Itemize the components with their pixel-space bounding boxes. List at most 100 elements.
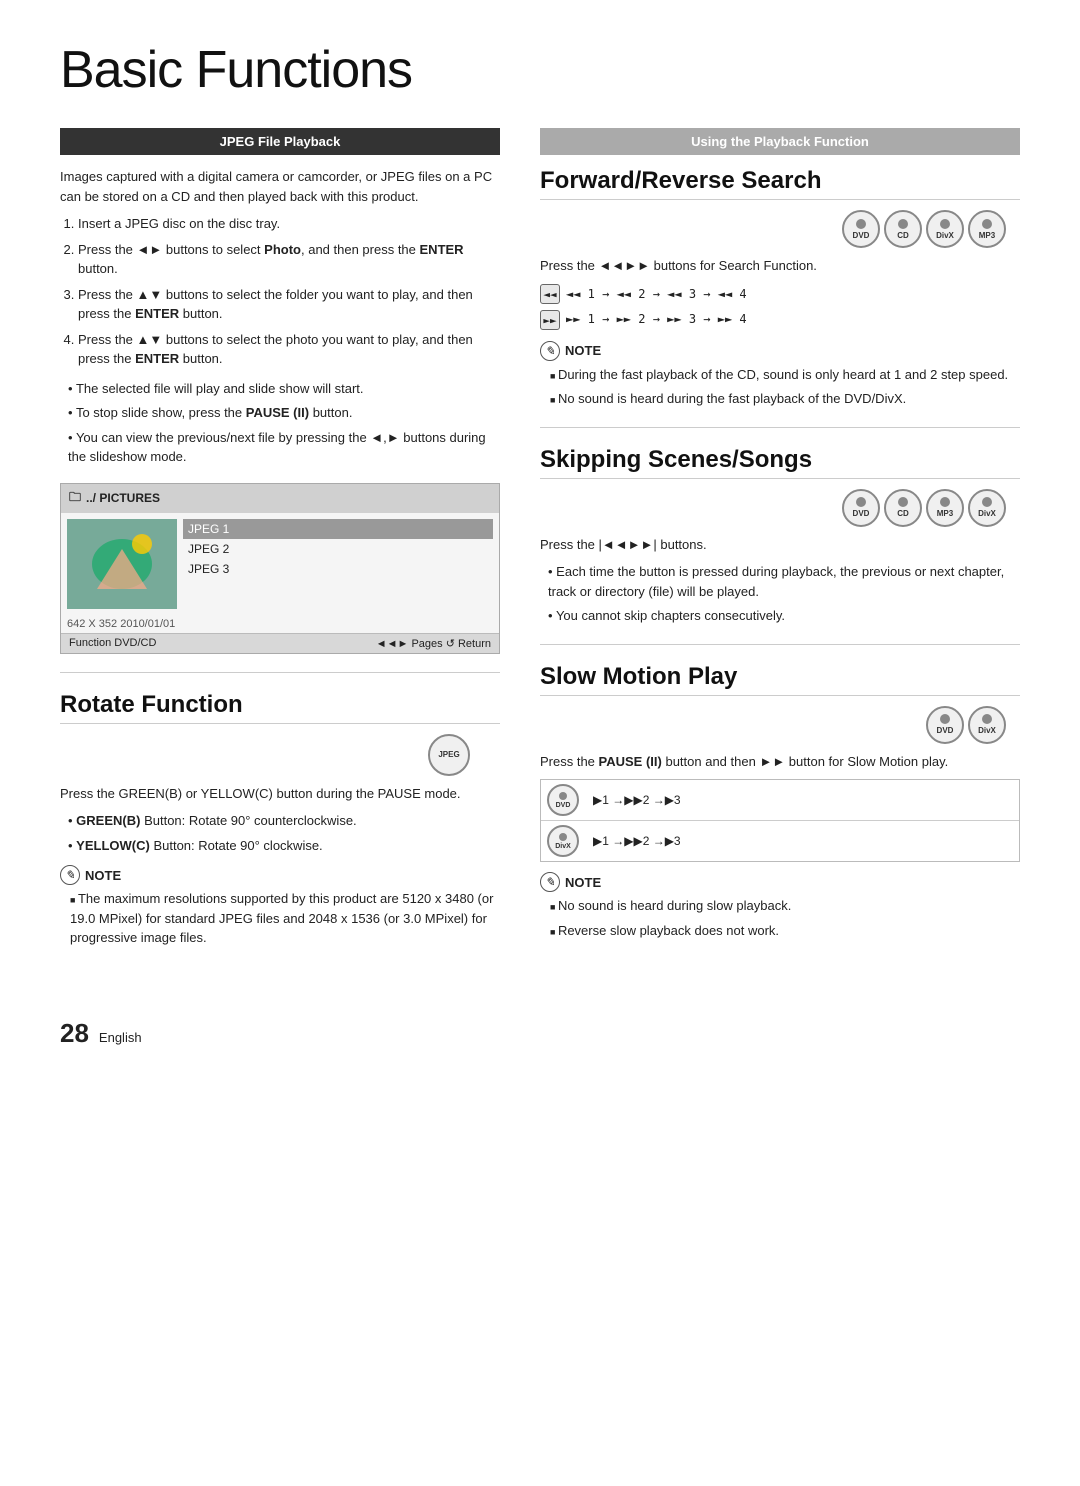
slow-divx-btn: DivX xyxy=(968,706,1006,744)
rotate-note-list: The maximum resolutions supported by thi… xyxy=(60,889,500,948)
right-column: Using the Playback Function Forward/Reve… xyxy=(540,128,1020,950)
step-1: Insert a JPEG disc on the disc tray. xyxy=(78,214,500,234)
bullet-1: The selected file will play and slide sh… xyxy=(68,379,500,399)
forward-note: ✎ NOTE During the fast playback of the C… xyxy=(540,341,1020,409)
skip-divx-btn: DivX xyxy=(968,489,1006,527)
jpeg-item-1[interactable]: JPEG 1 xyxy=(183,519,493,539)
forward-reverse-section: Forward/Reverse Search DVD CD DivX MP3 xyxy=(540,167,1020,409)
slow-disc-row: DVD DivX xyxy=(540,706,1020,744)
slow-note-1: No sound is heard during slow playback. xyxy=(550,896,1020,916)
skip-bullet-1: Each time the button is pressed during p… xyxy=(548,562,1020,601)
separator-skip xyxy=(540,427,1020,428)
slow-note-list: No sound is heard during slow playback. … xyxy=(540,896,1020,940)
forward-disc-row: DVD CD DivX MP3 xyxy=(540,210,1020,248)
page-number: 28 xyxy=(60,1018,89,1049)
forward-arrow-icon: ►► xyxy=(540,310,560,330)
jpeg-screen-body: JPEG 1 JPEG 2 JPEG 3 xyxy=(61,513,499,615)
rewind-row: ◄◄ ◄◄ 1 → ◄◄ 2 → ◄◄ 3 → ◄◄ 4 xyxy=(540,284,1020,306)
jpeg-intro: Images captured with a digital camera or… xyxy=(60,167,500,206)
forward-note-2: No sound is heard during the fast playba… xyxy=(550,389,1020,409)
rotate-note-1: The maximum resolutions supported by thi… xyxy=(70,889,500,948)
playback-header: Using the Playback Function xyxy=(540,128,1020,155)
step-4: Press the ▲▼ buttons to select the photo… xyxy=(78,330,500,369)
footer-function: Function DVD/CD xyxy=(69,637,156,649)
jpeg-header: JPEG File Playback xyxy=(60,128,500,155)
left-column: JPEG File Playback Images captured with … xyxy=(60,128,500,958)
jpeg-thumbnail xyxy=(67,519,177,609)
slow-note-2: Reverse slow playback does not work. xyxy=(550,921,1020,941)
dvd-disc-btn: DVD xyxy=(842,210,880,248)
slow-intro: Press the PAUSE (II) button and then ►► … xyxy=(540,752,1020,772)
slow-dvd-steps: ▶1 →▶▶2 →▶3 xyxy=(593,793,681,807)
rotate-note: ✎ NOTE The maximum resolutions supported… xyxy=(60,865,500,948)
skipping-section: Skipping Scenes/Songs DVD CD MP3 DivX xyxy=(540,446,1020,626)
rewind-steps: ◄◄ 1 → ◄◄ 2 → ◄◄ 3 → ◄◄ 4 xyxy=(566,284,747,306)
footer-pages: ◄◄► Pages ↺ Return xyxy=(376,637,491,650)
page-footer: 28 English xyxy=(60,988,1020,1049)
slow-note: ✎ NOTE No sound is heard during slow pla… xyxy=(540,872,1020,940)
cd-disc-btn: CD xyxy=(884,210,922,248)
search-arrows: ◄◄ ◄◄ 1 → ◄◄ 2 → ◄◄ 3 → ◄◄ 4 ►► ►► 1 → ►… xyxy=(540,284,1020,331)
page-title: Basic Functions xyxy=(60,40,1020,100)
separator-rotate xyxy=(60,672,500,673)
skip-cd-btn: CD xyxy=(884,489,922,527)
skip-bullet-2: You cannot skip chapters consecutively. xyxy=(548,606,1020,626)
forward-reverse-title: Forward/Reverse Search xyxy=(540,167,1020,200)
page-language: English xyxy=(99,1030,142,1045)
skipping-title: Skipping Scenes/Songs xyxy=(540,446,1020,479)
jpeg-section: JPEG File Playback Images captured with … xyxy=(60,128,500,654)
jpeg-dimensions-date: 642 X 352 2010/01/01 xyxy=(61,615,499,633)
forward-note-1: During the fast playback of the CD, soun… xyxy=(550,365,1020,385)
divx-disc-btn: DivX xyxy=(926,210,964,248)
skip-dvd-btn: DVD xyxy=(842,489,880,527)
rotate-bullets: GREEN(B) Button: Rotate 90° counterclock… xyxy=(60,811,500,855)
note-icon-2: ✎ xyxy=(540,341,560,361)
rotate-intro: Press the GREEN(B) or YELLOW(C) button d… xyxy=(60,784,500,804)
bullet-2: To stop slide show, press the PAUSE (II)… xyxy=(68,403,500,423)
jpeg-file-list: JPEG 1 JPEG 2 JPEG 3 xyxy=(177,519,493,609)
skip-disc-row: DVD CD MP3 DivX xyxy=(540,489,1020,527)
jpeg-screen-header: 🗀 ../ PICTURES xyxy=(61,484,499,513)
separator-slow xyxy=(540,644,1020,645)
rotate-section: Rotate Function JPEG Press the GREEN(B) … xyxy=(60,691,500,948)
mp3-disc-btn: MP3 xyxy=(968,210,1006,248)
rotate-note-label: ✎ NOTE xyxy=(60,865,500,885)
rotate-title: Rotate Function xyxy=(60,691,500,724)
slow-motion-section: Slow Motion Play DVD DivX Press the PAUS… xyxy=(540,663,1020,941)
slow-note-label: ✎ NOTE xyxy=(540,872,1020,892)
folder-label: ../ PICTURES xyxy=(86,491,160,505)
jpeg-item-2[interactable]: JPEG 2 xyxy=(183,539,493,559)
slow-divx-row: DivX ▶1 →▶▶2 →▶3 xyxy=(541,821,1019,861)
rewind-arrow-icon: ◄◄ xyxy=(540,284,560,304)
folder-icon: 🗀 xyxy=(69,488,81,509)
forward-note-label: ✎ NOTE xyxy=(540,341,1020,361)
rotate-disc-row: JPEG xyxy=(60,734,500,776)
slow-motion-table: DVD ▶1 →▶▶2 →▶3 DivX ▶1 →▶▶2 →▶3 xyxy=(540,779,1020,862)
jpeg-item-3[interactable]: JPEG 3 xyxy=(183,559,493,579)
bullet-3: You can view the previous/next file by p… xyxy=(68,428,500,467)
slow-table-divx-btn: DivX xyxy=(547,825,579,857)
jpeg-steps: Insert a JPEG disc on the disc tray. Pre… xyxy=(60,214,500,369)
forward-note-list: During the fast playback of the CD, soun… xyxy=(540,365,1020,409)
note-icon: ✎ xyxy=(60,865,80,885)
step-2: Press the ◄► buttons to select Photo, an… xyxy=(78,240,500,279)
rotate-bullet-2: YELLOW(C) Button: Rotate 90° clockwise. xyxy=(68,836,500,856)
step-3: Press the ▲▼ buttons to select the folde… xyxy=(78,285,500,324)
note-icon-3: ✎ xyxy=(540,872,560,892)
forward-steps: ►► 1 → ►► 2 → ►► 3 → ►► 4 xyxy=(566,309,747,331)
skipping-bullets: Each time the button is pressed during p… xyxy=(540,562,1020,626)
jpeg-screen: 🗀 ../ PICTURES JPEG 1 JPEG 2 xyxy=(60,483,500,654)
jpeg-disc-button: JPEG xyxy=(428,734,470,776)
rotate-bullet-1: GREEN(B) Button: Rotate 90° counterclock… xyxy=(68,811,500,831)
forward-row: ►► ►► 1 → ►► 2 → ►► 3 → ►► 4 xyxy=(540,309,1020,331)
skip-mp3-btn: MP3 xyxy=(926,489,964,527)
slow-table-dvd-btn: DVD xyxy=(547,784,579,816)
slow-dvd-row: DVD ▶1 →▶▶2 →▶3 xyxy=(541,780,1019,821)
jpeg-screen-footer: Function DVD/CD ◄◄► Pages ↺ Return xyxy=(61,633,499,653)
slow-dvd-btn: DVD xyxy=(926,706,964,744)
slow-divx-steps: ▶1 →▶▶2 →▶3 xyxy=(593,834,681,848)
jpeg-bullets: The selected file will play and slide sh… xyxy=(60,379,500,467)
skipping-intro: Press the |◄◄►►| buttons. xyxy=(540,535,1020,555)
slow-motion-title: Slow Motion Play xyxy=(540,663,1020,696)
forward-intro: Press the ◄◄►► buttons for Search Functi… xyxy=(540,256,1020,276)
